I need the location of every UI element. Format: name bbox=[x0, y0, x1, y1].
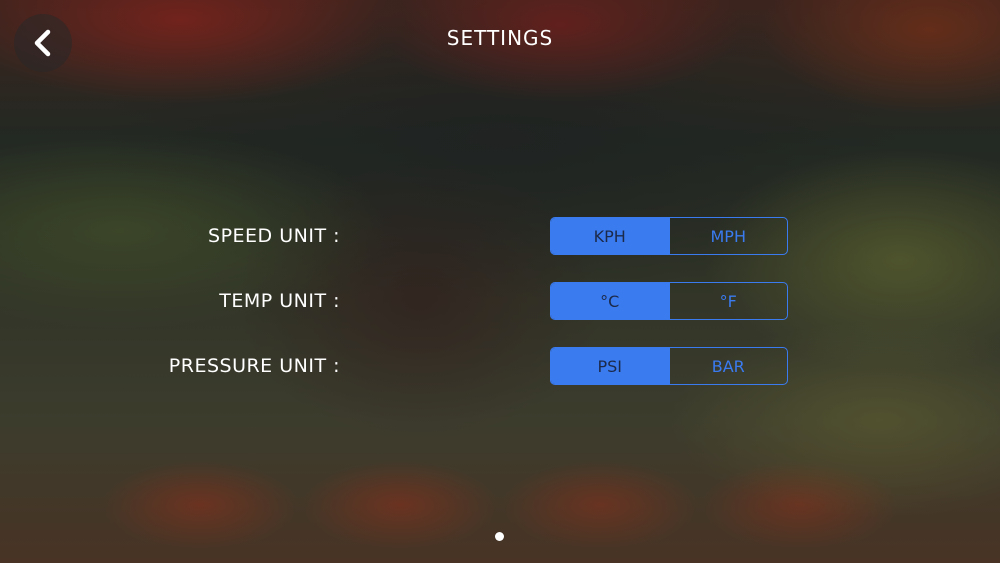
speed-unit-option-mph[interactable]: MPH bbox=[668, 218, 788, 254]
page-indicator-dot bbox=[495, 532, 504, 541]
pressure-unit-label: PRESSURE UNIT : bbox=[168, 355, 340, 377]
speed-unit-option-kph[interactable]: KPH bbox=[551, 218, 669, 254]
pressure-unit-segmented-control: PSI BAR bbox=[550, 347, 788, 385]
setting-row-temp-unit: TEMP UNIT : °C °F bbox=[0, 282, 1000, 322]
settings-screen: SETTINGS SPEED UNIT : KPH MPH TEMP UNIT … bbox=[0, 0, 1000, 563]
pressure-unit-option-psi[interactable]: PSI bbox=[551, 348, 669, 384]
temp-unit-segmented-control: °C °F bbox=[550, 282, 788, 320]
temp-unit-label: TEMP UNIT : bbox=[219, 290, 340, 312]
speed-unit-segmented-control: KPH MPH bbox=[550, 217, 788, 255]
page-title: SETTINGS bbox=[446, 26, 554, 50]
setting-row-speed-unit: SPEED UNIT : KPH MPH bbox=[0, 217, 1000, 257]
pressure-unit-option-bar[interactable]: BAR bbox=[668, 348, 788, 384]
speed-unit-label: SPEED UNIT : bbox=[208, 225, 340, 247]
temp-unit-option-fahrenheit[interactable]: °F bbox=[668, 283, 788, 319]
temp-unit-option-celsius[interactable]: °C bbox=[551, 283, 669, 319]
setting-row-pressure-unit: PRESSURE UNIT : PSI BAR bbox=[0, 347, 1000, 387]
